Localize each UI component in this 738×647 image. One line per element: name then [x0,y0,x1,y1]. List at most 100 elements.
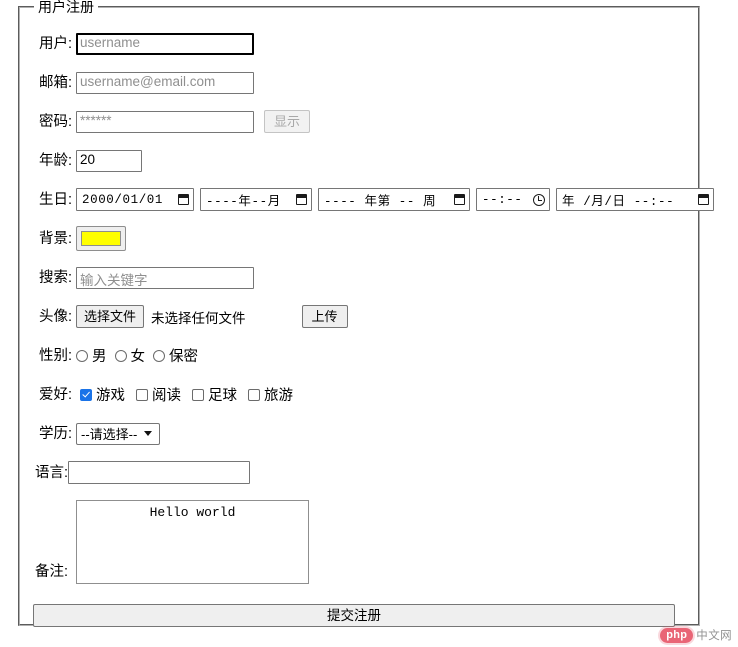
education-select[interactable]: --请选择-- [76,422,160,445]
label-avatar: 头像: [38,308,72,325]
label-hobby: 爱好: [38,386,72,403]
month-input[interactable]: ----年--月 [200,188,312,211]
control-hobby: 游戏 阅读 足球 旅游 [76,384,698,405]
color-swatch [81,231,121,246]
date-input[interactable]: 2000/01/01 [76,188,194,211]
row-search: 搜索: 输入关键字 [20,258,698,297]
registration-form: 用户: username 邮箱: username@email.com 密码: … [20,24,714,635]
watermark-text: 中文网 [696,630,732,642]
background-color-picker[interactable] [76,226,126,251]
file-status-text: 未选择任何文件 [151,310,246,326]
row-education: 学历: --请选择-- [20,414,698,453]
checkbox-icon[interactable] [248,388,260,401]
hobby-option-football[interactable]: 足球 [192,384,237,405]
watermark: php 中文网 [660,627,732,643]
hobby-option-label: 游戏 [96,388,125,404]
week-input[interactable]: ---- 年第 -- 周 [318,188,470,211]
label-education: 学历: [38,425,72,442]
row-hobby: 爱好: 游戏 阅读 足球 旅游 [20,375,698,414]
label-remark: 备注: [34,564,68,580]
gender-option-label: 男 [92,349,107,365]
email-input[interactable]: username@email.com [76,71,254,94]
row-remark: 备注: Hello world [20,492,698,584]
control-username: username [76,32,698,55]
row-email: 邮箱: username@email.com [20,63,698,102]
upload-button[interactable]: 上传 [301,305,348,328]
checkbox-icon[interactable] [192,388,204,401]
row-password: 密码: ****** 显示 [20,102,698,141]
password-input[interactable]: ****** [76,110,254,133]
password-toggle-button[interactable]: 显示 [264,110,311,133]
checkbox-icon[interactable] [80,388,92,401]
row-birthday: 生日: 2000/01/01 ----年--月 ---- 年第 -- 周 --:… [20,180,714,219]
username-input[interactable]: username [76,32,254,55]
control-gender: 男 女 保密 [76,345,698,366]
avatar-file-input[interactable]: 选择文件 未选择任何文件 [76,305,246,328]
control-education: --请选择-- [76,422,698,445]
label-search: 搜索: [38,269,72,286]
row-age: 年龄: 20 [20,141,698,180]
radio-icon[interactable] [153,349,165,362]
gender-option-secret[interactable]: 保密 [153,345,198,366]
control-background [76,226,698,251]
hobby-option-travel[interactable]: 旅游 [248,384,293,405]
radio-icon[interactable] [114,349,127,362]
calendar-icon[interactable] [698,194,709,205]
label-username: 用户: [38,35,72,52]
row-language: 语言: [20,453,698,492]
week-input-value: ---- 年第 -- 周 [324,195,437,209]
label-gender: 性别: [38,347,72,364]
control-remark: Hello world [68,500,698,584]
row-gender: 性别: 男 女 保密 [20,336,698,375]
hobby-option-games[interactable]: 游戏 [80,384,125,405]
calendar-icon[interactable] [454,194,465,205]
label-birthday: 生日: [38,191,72,208]
row-username: 用户: username [20,24,698,63]
gender-option-female[interactable]: 女 [114,345,146,366]
label-age: 年龄: [38,152,72,169]
checkbox-icon[interactable] [136,388,148,401]
gender-option-label: 女 [130,349,146,365]
date-input-value: 2000/01/01 [82,192,164,207]
datetime-local-input[interactable]: 年 /月/日 --:-- [556,188,714,211]
row-avatar: 头像: 选择文件 未选择任何文件 上传 [20,297,698,336]
label-language: 语言: [34,464,68,481]
control-language [68,461,698,484]
php-logo-badge: php [660,627,694,643]
language-input[interactable] [68,461,250,484]
clock-icon[interactable] [533,193,545,206]
choose-file-button[interactable]: 选择文件 [76,305,145,328]
search-input[interactable]: 输入关键字 [76,266,254,289]
hobby-option-label: 阅读 [152,388,181,404]
gender-radio-group: 男 女 保密 [76,345,206,366]
calendar-icon[interactable] [296,194,307,205]
submit-button[interactable]: 提交注册 [33,604,675,627]
radio-icon[interactable] [76,349,88,362]
control-email: username@email.com [76,71,698,94]
row-submit: 提交注册 [20,596,698,635]
calendar-icon[interactable] [178,194,189,205]
chevron-down-icon [144,431,153,436]
age-input[interactable]: 20 [76,149,142,172]
hobby-option-label: 旅游 [264,388,293,404]
fieldset-legend: 用户注册 [34,0,98,15]
education-select-value: --请选择-- [81,427,138,442]
remark-textarea[interactable]: Hello world [76,500,309,584]
gender-option-label: 保密 [169,349,198,365]
control-birthday: 2000/01/01 ----年--月 ---- 年第 -- 周 --:-- 年 [76,188,720,211]
gender-option-male[interactable]: 男 [76,345,107,366]
control-age: 20 [76,149,698,172]
label-password: 密码: [38,113,72,130]
control-password: ****** 显示 [76,110,698,133]
month-input-value: ----年--月 [206,195,281,209]
hobby-option-reading[interactable]: 阅读 [136,384,181,405]
control-search: 输入关键字 [76,266,698,289]
time-input[interactable]: --:-- [476,188,550,211]
time-input-value: --:-- [482,192,523,207]
row-background: 背景: [20,219,698,258]
label-background: 背景: [38,230,72,247]
label-email: 邮箱: [38,74,72,91]
hobby-checkbox-group: 游戏 阅读 足球 旅游 [76,384,301,405]
control-avatar: 选择文件 未选择任何文件 上传 [76,305,698,328]
hobby-option-label: 足球 [208,388,237,404]
